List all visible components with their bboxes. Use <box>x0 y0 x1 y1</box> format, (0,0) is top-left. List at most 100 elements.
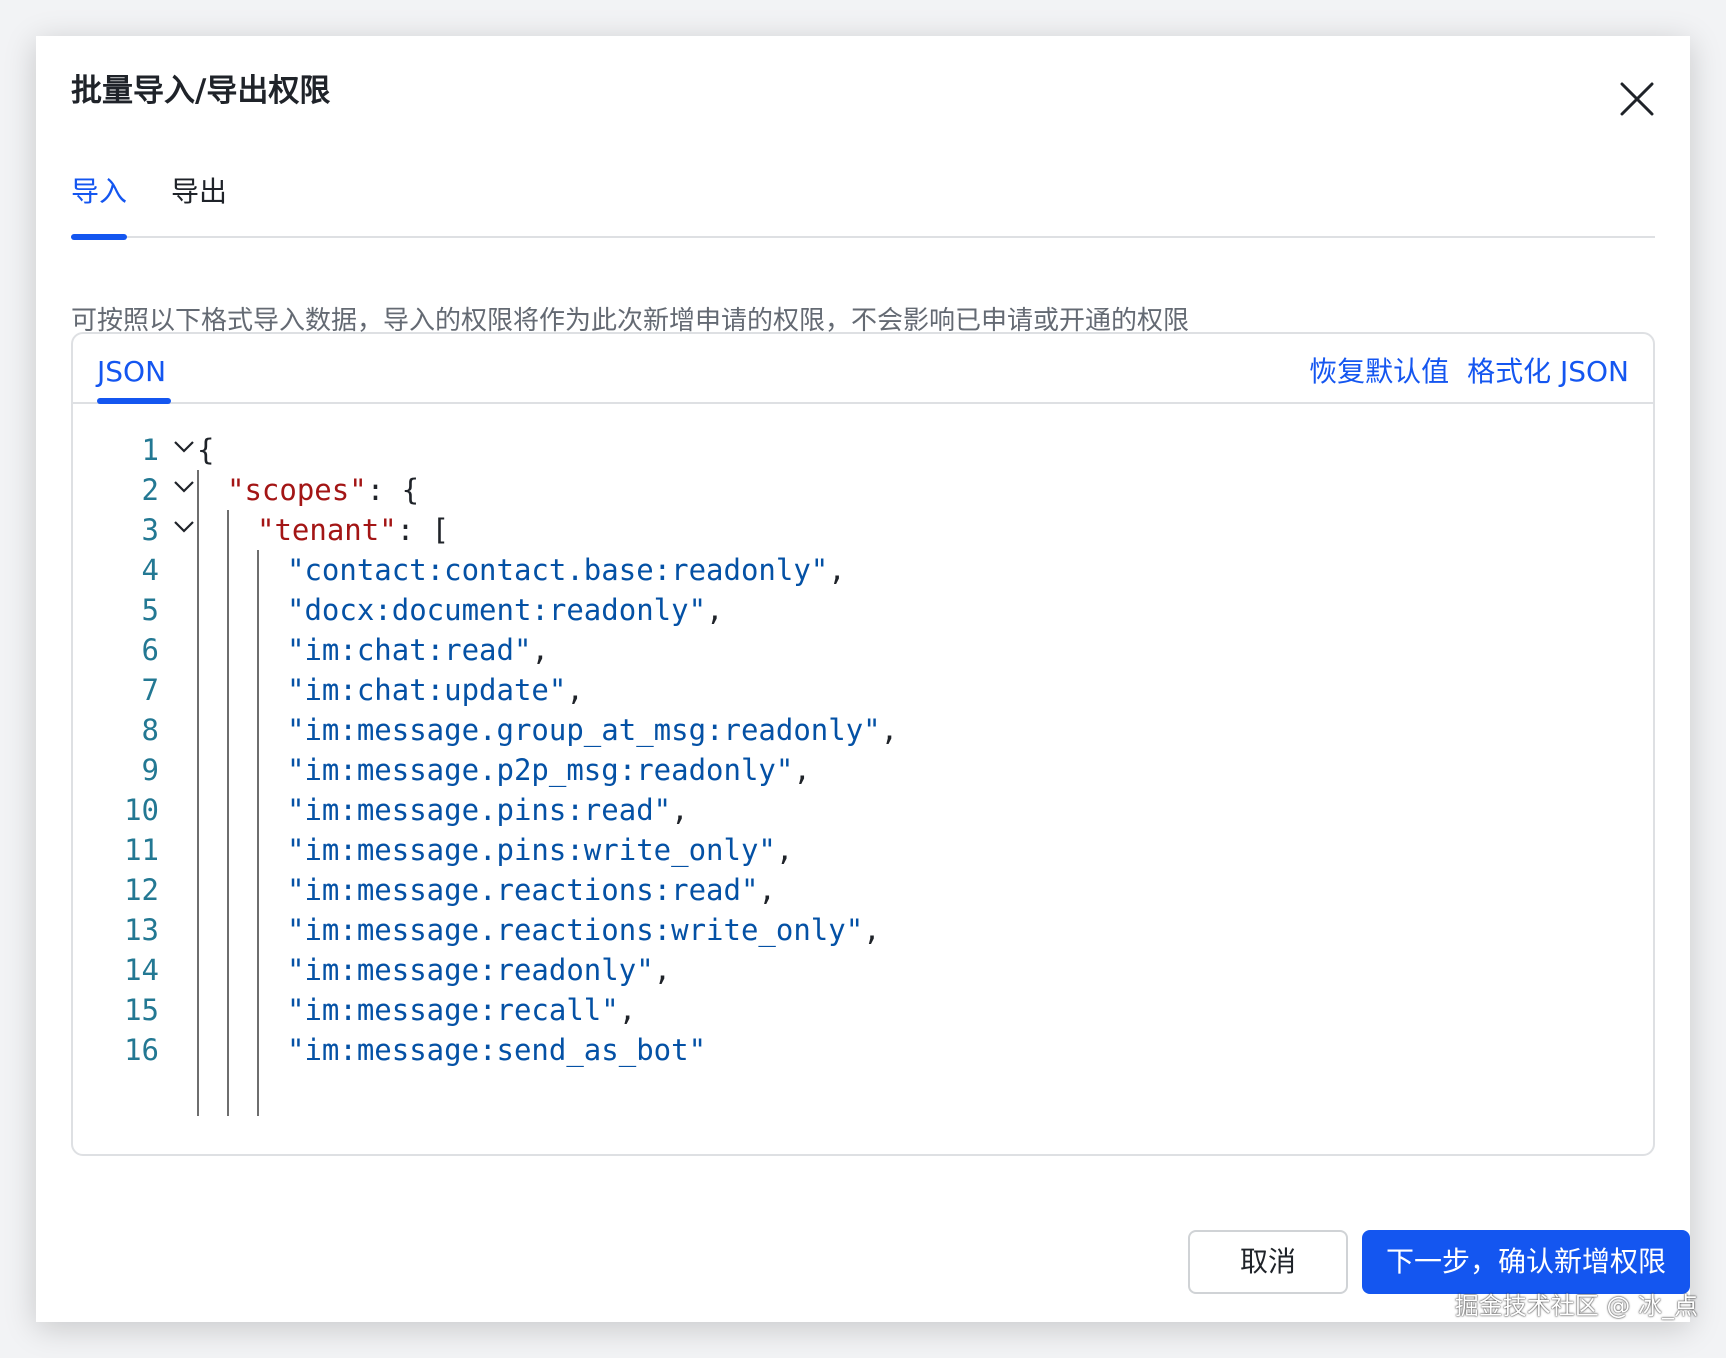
fold-chevron-down-icon[interactable] <box>173 520 195 534</box>
editor-header: JSON 恢复默认值 格式化 JSON <box>73 334 1653 404</box>
json-string: "im:message.pins:write_only" <box>287 833 776 867</box>
line-number: 1 <box>141 433 159 467</box>
code-text: "im:message.reactions:read", <box>287 868 776 912</box>
json-punctuation: , <box>618 993 637 1027</box>
line-number: 11 <box>124 833 159 867</box>
dialog-title: 批量导入/导出权限 <box>71 73 331 109</box>
code-text: "im:message:send_as_bot" <box>287 1028 706 1072</box>
code-text: "im:chat:read", <box>287 628 549 672</box>
code-text: { <box>197 428 214 472</box>
tab-import-label: 导入 <box>71 175 128 208</box>
format-json-button[interactable]: 格式化 JSON <box>1467 358 1629 386</box>
restore-default-button[interactable]: 恢复默认值 <box>1309 358 1449 386</box>
json-key: "scopes" <box>227 473 367 507</box>
code-line: 6 "im:chat:read", <box>73 628 1653 672</box>
line-number: 6 <box>141 633 159 667</box>
json-punctuation: : { <box>366 473 420 507</box>
import-description: 可按照以下格式导入数据，导入的权限将作为此次新增申请的权限，不会影响已申请或开通… <box>71 306 1190 336</box>
code-text: "tenant": [ <box>257 508 449 552</box>
tab-export[interactable]: 导出 <box>171 178 227 206</box>
code-text: "scopes": { <box>227 468 419 512</box>
json-punctuation: , <box>706 593 724 627</box>
line-number: 7 <box>141 673 159 707</box>
json-string: "docx:document:readonly" <box>287 593 707 627</box>
json-string: "im:chat:read" <box>287 633 532 667</box>
close-icon[interactable] <box>1618 80 1656 118</box>
json-string: "contact:contact.base:readonly" <box>287 553 829 587</box>
editor-tab-indicator <box>97 398 171 404</box>
json-punctuation: , <box>775 833 794 867</box>
indent-guide <box>227 510 229 1116</box>
json-punctuation: { <box>197 433 215 467</box>
json-string: "im:message:recall" <box>287 993 619 1027</box>
code-line: 7 "im:chat:update", <box>73 668 1653 712</box>
line-number: 12 <box>124 873 159 907</box>
fold-chevron-down-icon[interactable] <box>173 440 195 454</box>
code-line: 4 "contact:contact.base:readonly", <box>73 548 1653 592</box>
indent-guide <box>257 550 259 1116</box>
line-number: 3 <box>141 513 159 547</box>
line-number: 9 <box>141 753 159 787</box>
line-number: 2 <box>141 473 159 507</box>
code-text: "im:message:recall", <box>287 988 636 1032</box>
json-punctuation: , <box>863 913 881 947</box>
code-text: "im:message.p2p_msg:readonly", <box>287 748 811 792</box>
code-line: 3 "tenant": [ <box>73 508 1653 552</box>
tab-export-label: 导出 <box>171 175 228 208</box>
cancel-button[interactable]: 取消 <box>1188 1230 1348 1294</box>
editor-tab-json[interactable]: JSON <box>97 358 166 386</box>
json-punctuation: , <box>671 793 689 827</box>
json-key: "tenant" <box>257 513 397 547</box>
json-string: "im:message.group_at_msg:readonly" <box>287 713 881 747</box>
code-line: 13 "im:message.reactions:write_only", <box>73 908 1653 952</box>
editor-actions: 恢复默认值 格式化 JSON <box>1309 358 1629 386</box>
json-string: "im:chat:update" <box>287 673 567 707</box>
line-number: 8 <box>141 713 159 747</box>
code-line: 1{ <box>73 428 1653 472</box>
code-line: 10 "im:message.pins:read", <box>73 788 1653 832</box>
json-string: "im:message:readonly" <box>287 953 654 987</box>
code-line: 2 "scopes": { <box>73 468 1653 512</box>
json-punctuation: , <box>653 953 672 987</box>
code-line: 8 "im:message.group_at_msg:readonly", <box>73 708 1653 752</box>
code-text: "im:message.group_at_msg:readonly", <box>287 708 898 752</box>
json-string: "im:message.reactions:read" <box>287 873 759 907</box>
tab-import[interactable]: 导入 <box>71 178 127 206</box>
json-editor: JSON 恢复默认值 格式化 JSON 1{2 "scopes": {3 "tena… <box>71 332 1655 1156</box>
tab-bar: 导入 导出 <box>71 178 1655 240</box>
code-line: 12 "im:message.reactions:read", <box>73 868 1653 912</box>
json-string: "im:message.pins:read" <box>287 793 672 827</box>
json-punctuation: , <box>566 673 584 707</box>
next-confirm-button[interactable]: 下一步，确认新增权限 <box>1362 1230 1690 1294</box>
code-text: "im:message:readonly", <box>287 948 671 992</box>
line-number: 14 <box>124 953 159 987</box>
code-line: 9 "im:message.p2p_msg:readonly", <box>73 748 1653 792</box>
json-punctuation: , <box>531 633 549 667</box>
json-punctuation: , <box>880 713 899 747</box>
json-punctuation: , <box>793 753 811 787</box>
code-text: "docx:document:readonly", <box>287 588 724 632</box>
line-number: 5 <box>141 593 159 627</box>
code-text: "contact:contact.base:readonly", <box>287 548 846 592</box>
json-punctuation: , <box>758 873 776 907</box>
json-string: "im:message.reactions:write_only" <box>287 913 864 947</box>
code-text: "im:message.pins:write_only", <box>287 828 793 872</box>
line-number: 15 <box>124 993 159 1027</box>
code-line: 5 "docx:document:readonly", <box>73 588 1653 632</box>
code-text: "im:chat:update", <box>287 668 584 712</box>
code-line: 15 "im:message:recall", <box>73 988 1653 1032</box>
code-line: 11 "im:message.pins:write_only", <box>73 828 1653 872</box>
code-line: 14 "im:message:readonly", <box>73 948 1653 992</box>
line-number: 16 <box>124 1033 159 1067</box>
json-punctuation: , <box>828 553 846 587</box>
line-number: 4 <box>141 553 159 587</box>
indent-guide <box>197 470 199 1116</box>
line-number: 10 <box>124 793 159 827</box>
json-punctuation: : [ <box>396 513 450 547</box>
line-number: 13 <box>124 913 159 947</box>
code-text: "im:message.reactions:write_only", <box>287 908 881 952</box>
watermark: 掘金技术社区 @ 冰_点 <box>1454 1292 1698 1320</box>
batch-permission-dialog: 批量导入/导出权限 导入 导出 可按照以下格式导入数据，导入的权限将作为此次新增… <box>36 36 1690 1322</box>
fold-chevron-down-icon[interactable] <box>173 480 195 494</box>
code-area[interactable]: 1{2 "scopes": {3 "tenant": [4 "contact:cont… <box>73 406 1653 1116</box>
